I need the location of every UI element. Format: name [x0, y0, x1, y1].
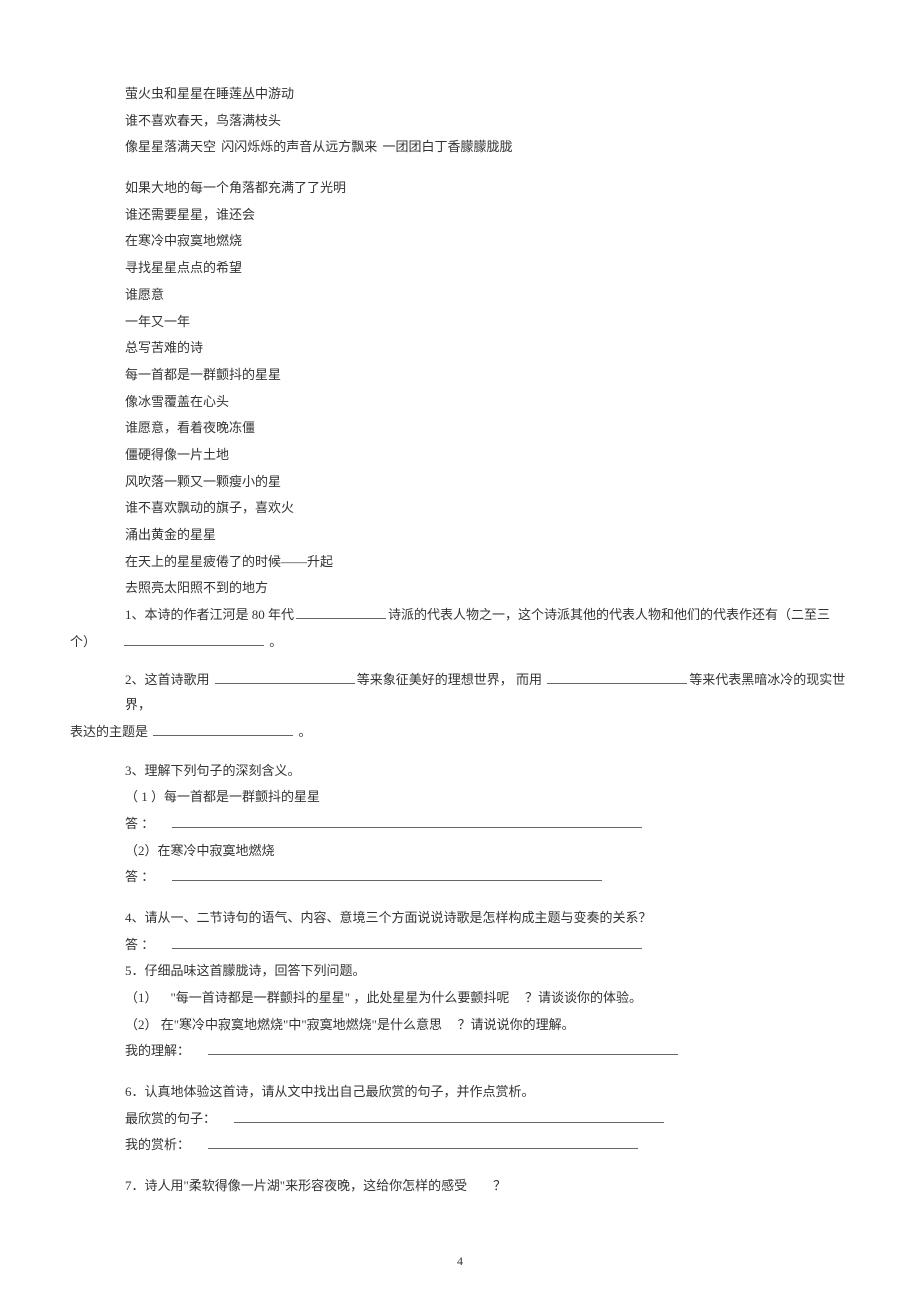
poem-line: 在天上的星星疲倦了的时候——升起 — [70, 550, 850, 575]
question-1: 1、本诗的作者江河是 80 年代 诗派的代表人物之一，这个诗派其他的代表人物和他们… — [70, 603, 850, 654]
fill-blank[interactable] — [547, 670, 687, 684]
poem-line: 谁不喜欢飘动的旗子，喜欢火 — [70, 496, 850, 521]
poem-line: 一年又一年 — [70, 310, 850, 335]
period: 。 — [269, 634, 282, 649]
poem-line: 总写苦难的诗 — [70, 336, 850, 361]
poem-line: 谁不喜欢春天，鸟落满枝头 — [70, 109, 850, 134]
answer-label: 答 ： — [125, 937, 154, 952]
q5-sub2: （2） 在"寒冷中寂寞地燃烧"中"寂寞地燃烧"是什么意思 — [125, 1017, 442, 1032]
q5-sub1b: ？请谈谈你的体验。 — [525, 990, 642, 1005]
poem-line: 寻找星星点点的希望 — [70, 256, 850, 281]
poem-line: 每一首都是一群颤抖的星星 — [70, 363, 850, 388]
poem-line: 涌出黄金的星星 — [70, 523, 850, 548]
q4-title: 4、请从一、二节诗句的语气、内容、意境三个方面说说诗歌是怎样构成主题与变奏的关系… — [70, 906, 850, 931]
q2-mid1: 等来象征美好的理想世界， 而用 — [357, 672, 542, 687]
answer-label: 我的理解： — [125, 1043, 190, 1058]
document-page: 萤火虫和星星在睡莲丛中游动 谁不喜欢春天，鸟落满枝头 像星星落满天空 闪闪烁烁的… — [0, 0, 920, 1303]
q5-sub2b: ？请说说你的理解。 — [458, 1017, 575, 1032]
question-4: 4、请从一、二节诗句的语气、内容、意境三个方面说说诗歌是怎样构成主题与变奏的关系… — [70, 906, 850, 957]
fill-blank[interactable] — [208, 1041, 678, 1055]
poem-line: 去照亮太阳照不到的地方 — [70, 576, 850, 601]
poem-line: 谁愿意，看着夜晚冻僵 — [70, 416, 850, 441]
poem-stanza-1: 萤火虫和星星在睡莲丛中游动 谁不喜欢春天，鸟落满枝头 像星星落满天空 闪闪烁烁的… — [70, 82, 850, 160]
poem-line: 像冰雪覆盖在心头 — [70, 390, 850, 415]
q3-sub2: （2）在寒冷中寂寞地燃烧 — [70, 839, 850, 864]
period: 。 — [299, 724, 312, 739]
q2-cont: 表达的主题是 — [70, 724, 148, 739]
question-2: 2、这首诗歌用 等来象征美好的理想世界， 而用 等来代表黑暗冰冷的现实世界， 表… — [70, 668, 850, 744]
q6-label2: 我的赏析： — [125, 1137, 190, 1152]
q5-sub1: （1） "每一首诗都是一群颤抖的星星" ，此处星星为什么要颤抖呢 — [125, 990, 509, 1005]
fill-blank[interactable] — [124, 632, 264, 646]
q7-text-b: ？ — [493, 1178, 506, 1193]
poem-line: 僵硬得像一片土地 — [70, 443, 850, 468]
q6-title: 6．认真地体验这首诗，请从文中找出自己最欣赏的句子，并作点赏析。 — [70, 1080, 850, 1105]
question-3: 3、理解下列句子的深刻含义。 （ 1 ）每一首都是一群颤抖的星星 答 ： （2）… — [70, 759, 850, 890]
poem-stanza-2: 如果大地的每一个角落都充满了了光明 谁还需要星星，谁还会 在寒冷中寂寞地燃烧 寻… — [70, 176, 850, 601]
fill-blank[interactable] — [234, 1109, 664, 1123]
fill-blank[interactable] — [172, 814, 642, 828]
poem-line: 像星星落满天空 闪闪烁烁的声音从远方飘来 一团团白丁香朦朦胧胧 — [70, 135, 850, 160]
poem-line: 如果大地的每一个角落都充满了了光明 — [70, 176, 850, 201]
answer-label: 答 ： — [125, 869, 154, 884]
fill-blank[interactable] — [296, 605, 386, 619]
fill-blank[interactable] — [215, 670, 355, 684]
fill-blank[interactable] — [172, 867, 602, 881]
fill-blank[interactable] — [172, 935, 642, 949]
answer-label: 答 ： — [125, 816, 154, 831]
q2-text: 2、这首诗歌用 — [125, 672, 210, 687]
q3-sub1: （ 1 ）每一首都是一群颤抖的星星 — [70, 785, 850, 810]
poem-line: 风吹落一颗又一颗瘦小的星 — [70, 470, 850, 495]
question-5: 5．仔细品味这首朦胧诗，回答下列问题。 （1） "每一首诗都是一群颤抖的星星" … — [70, 959, 850, 1064]
q7-text-a: 7．诗人用"柔软得像一片湖"来形容夜晚，这给你怎样的感受 — [125, 1178, 467, 1193]
q1-cont: 个） — [70, 634, 96, 649]
question-6: 6．认真地体验这首诗，请从文中找出自己最欣赏的句子，并作点赏析。 最欣赏的句子：… — [70, 1080, 850, 1158]
poem-line: 谁愿意 — [70, 283, 850, 308]
fill-blank[interactable] — [208, 1135, 638, 1149]
poem-line: 谁还需要星星，谁还会 — [70, 203, 850, 228]
q6-label1: 最欣赏的句子： — [125, 1111, 216, 1126]
page-number: 4 — [0, 1250, 920, 1273]
q1-mid: 诗派的代表人物之一，这个诗派其他的代表人物和他们的代表作还有（二至三 — [388, 607, 830, 622]
poem-line: 萤火虫和星星在睡莲丛中游动 — [70, 82, 850, 107]
q5-title: 5．仔细品味这首朦胧诗，回答下列问题。 — [70, 959, 850, 984]
q1-text: 1、本诗的作者江河是 80 年代 — [125, 607, 294, 622]
poem-line: 在寒冷中寂寞地燃烧 — [70, 229, 850, 254]
fill-blank[interactable] — [153, 722, 293, 736]
question-7: 7．诗人用"柔软得像一片湖"来形容夜晚，这给你怎样的感受 ？ — [70, 1174, 850, 1199]
q3-title: 3、理解下列句子的深刻含义。 — [70, 759, 850, 784]
